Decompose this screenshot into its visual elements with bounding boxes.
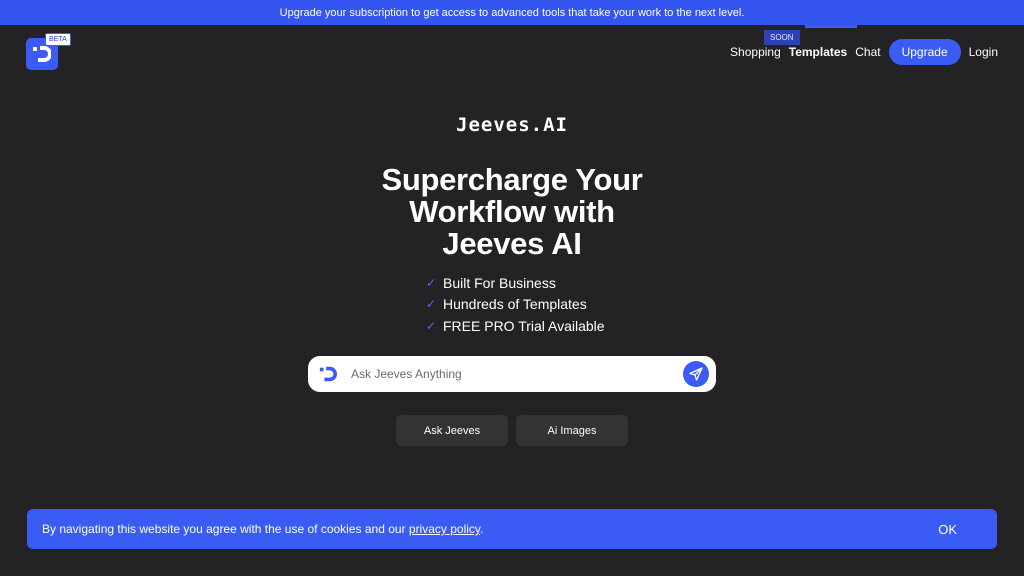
ai-images-button[interactable]: Ai Images	[516, 415, 628, 446]
hero-title: Supercharge Your Workflow with Jeeves AI	[312, 164, 712, 260]
hero-title-line: Workflow with	[409, 194, 615, 229]
templates-active-indicator	[805, 25, 857, 28]
check-icon: ✓	[426, 318, 437, 333]
beta-badge: BETA	[45, 33, 71, 46]
feature-list: ✓ Built For Business ✓ Hundreds of Templ…	[426, 272, 605, 337]
feature-item: ✓ FREE PRO Trial Available	[426, 315, 605, 337]
hero-title-line: Jeeves AI	[442, 226, 582, 261]
feature-label: FREE PRO Trial Available	[443, 317, 605, 334]
check-icon: ✓	[426, 275, 437, 290]
promo-text: Upgrade your subscription to get access …	[279, 6, 745, 19]
top-nav: Shopping Templates Chat Upgrade Login	[722, 39, 998, 65]
check-icon: ✓	[426, 297, 437, 312]
search-bar	[308, 356, 716, 392]
cookie-text: By navigating this website you agree wit…	[42, 522, 409, 536]
ask-jeeves-button[interactable]: Ask Jeeves	[396, 415, 508, 446]
login-link[interactable]: Login	[969, 45, 998, 59]
privacy-policy-link[interactable]: privacy policy	[409, 522, 480, 536]
hero-title-line: Supercharge Your	[381, 162, 643, 197]
cookie-message: By navigating this website you agree wit…	[42, 522, 483, 536]
feature-item: ✓ Hundreds of Templates	[426, 294, 605, 316]
search-input[interactable]	[351, 367, 683, 381]
send-button[interactable]	[683, 361, 709, 387]
nav-shopping[interactable]: Shopping	[730, 45, 781, 59]
nav-chat[interactable]: Chat	[855, 45, 880, 59]
cookie-ok-button[interactable]: OK	[938, 522, 957, 537]
feature-label: Hundreds of Templates	[443, 296, 587, 313]
upgrade-button[interactable]: Upgrade	[888, 39, 961, 65]
cookie-banner: By navigating this website you agree wit…	[27, 509, 997, 549]
cookie-suffix: .	[480, 522, 484, 536]
feature-label: Built For Business	[443, 274, 556, 291]
jeeves-logo-icon	[319, 366, 337, 382]
send-icon	[689, 367, 703, 381]
feature-item: ✓ Built For Business	[426, 272, 605, 294]
promo-banner[interactable]: Upgrade your subscription to get access …	[0, 0, 1024, 25]
brand-wordmark: Jeeves.AI	[456, 114, 568, 136]
nav-templates[interactable]: Templates	[789, 45, 847, 59]
